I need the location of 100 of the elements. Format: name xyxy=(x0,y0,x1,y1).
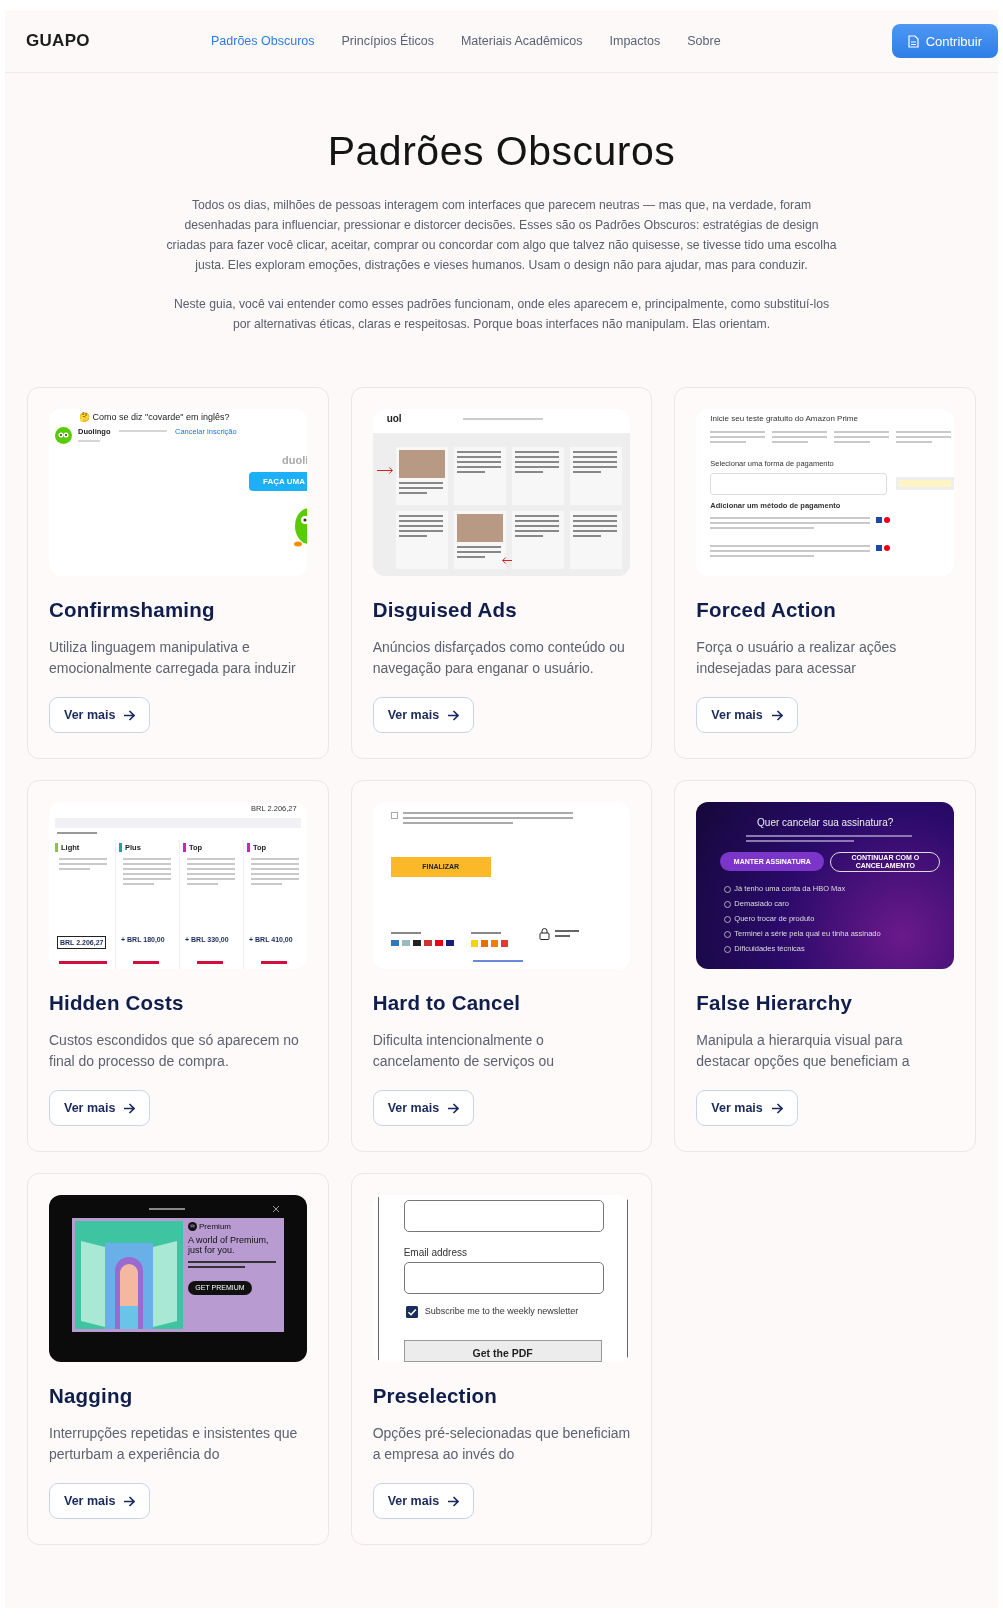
page-heading: Inicie seu teste gratuito do Amazon Prime xyxy=(710,414,858,423)
text-lines-drawing xyxy=(572,515,617,537)
email-input-field[interactable] xyxy=(403,1262,604,1294)
site-logo[interactable]: GUAPO xyxy=(26,31,211,51)
card-description: Custos escondidos que só aparecem no final do processo de compra. xyxy=(49,1031,300,1071)
radio-button[interactable] xyxy=(724,901,732,908)
arrow-right-icon xyxy=(447,1495,460,1507)
see-more-button[interactable]: Ver mais xyxy=(696,697,798,733)
music-logo-icon xyxy=(188,1222,197,1231)
text-input-field[interactable] xyxy=(403,1200,604,1232)
card-title: Nagging xyxy=(49,1384,134,1408)
owl-avatar-icon xyxy=(55,427,72,444)
text-lines-drawing xyxy=(834,431,890,443)
text-lines-drawing xyxy=(456,546,501,558)
text-lines-drawing xyxy=(514,451,559,473)
text-lines-drawing xyxy=(57,832,97,834)
text-lines-drawing xyxy=(554,930,579,937)
text-lines-drawing xyxy=(119,430,167,432)
news-card[interactable] xyxy=(511,447,564,505)
terms-checkbox[interactable] xyxy=(390,812,398,819)
nav-link[interactable]: Materiais Acadêmicos xyxy=(460,34,583,48)
card-title: Forced Action xyxy=(696,598,837,622)
intro-paragraph: Todos os dias, milhões de pessoas interagem com interfaces que parecem neutras — mas que, na verdade, foram desenhadas para influenciar, pressionar e distorcer decisões. Esses são os Padrões Obscuros: estratégias de design criadas para fazer você clicar, aceitar, comprar ou concordar com algo que talvez não quisesse, se tivesse tido uma escolha justa. Eles exploram emoções, distrações e vieses humanos. Usam o design não para ajudar, mas para conduzir. xyxy=(166,197,837,274)
text-lines-drawing xyxy=(470,932,501,934)
padlock-icon xyxy=(538,927,550,940)
see-more-button[interactable]: Ver mais xyxy=(696,1090,798,1126)
text-lines-drawing xyxy=(456,451,501,473)
card-title: Disguised Ads xyxy=(372,598,518,622)
card-title: Confirmshaming xyxy=(49,598,216,622)
card-description: Interrupções repetidas e insistentes que perturbam a experiência do xyxy=(49,1424,299,1464)
arrow-right-icon xyxy=(447,1102,460,1114)
news-card[interactable] xyxy=(511,511,564,569)
see-more-button[interactable]: Ver mais xyxy=(49,697,151,733)
see-more-button[interactable]: Ver mais xyxy=(372,1090,475,1126)
get-pdf-button[interactable]: Get the PDF xyxy=(403,1340,602,1362)
nav-link[interactable]: Sobre xyxy=(687,34,721,48)
text-lines-drawing xyxy=(514,515,559,537)
page-title: Padrões Obscuros xyxy=(326,128,677,175)
pointer-arrow-icon xyxy=(376,467,393,474)
news-card[interactable] xyxy=(453,447,506,505)
card-title: Hard to Cancel xyxy=(372,991,522,1015)
text-lines-drawing xyxy=(78,440,100,442)
text-lines-drawing xyxy=(390,932,421,934)
photo-placeholder xyxy=(398,450,445,478)
news-card[interactable] xyxy=(569,447,622,505)
ad-headline: A world of Premium, just for you. xyxy=(188,1235,270,1255)
arrow-right-icon xyxy=(770,709,783,721)
card-logo-icon xyxy=(876,517,891,523)
nav-link[interactable]: Padrões Obscuros xyxy=(211,34,315,48)
field-label: Email address xyxy=(403,1247,467,1258)
news-card[interactable] xyxy=(453,511,506,569)
card-title: False Hierarchy xyxy=(696,991,854,1015)
brand-name: Premium xyxy=(199,1222,231,1231)
text-lines-drawing xyxy=(187,858,235,885)
text-lines-drawing xyxy=(772,431,828,443)
card-description: Anúncios disfarçados como conteúdo ou navegação para enganar o usuário. xyxy=(372,638,626,678)
radio-button[interactable] xyxy=(724,946,732,953)
see-more-button[interactable]: Ver mais xyxy=(372,1483,475,1519)
text-lines-drawing xyxy=(59,858,107,870)
site-logo: uol xyxy=(386,413,402,424)
brand-text: duoli xyxy=(282,454,307,466)
text-lines-drawing xyxy=(251,858,299,885)
arrow-right-icon xyxy=(123,709,136,721)
card-description: Utiliza linguagem manipulativa e emocionalmente carregada para induzir xyxy=(49,638,297,678)
card-title: Preselection xyxy=(372,1384,498,1408)
radio-button[interactable] xyxy=(724,916,732,923)
radio-button[interactable] xyxy=(724,931,732,938)
arrow-right-icon xyxy=(770,1102,783,1114)
card-title: Hidden Costs xyxy=(49,991,185,1015)
radio-button[interactable] xyxy=(724,886,732,893)
text-lines-drawing xyxy=(398,515,443,537)
card-logo-icon xyxy=(876,545,891,551)
text-lines-drawing xyxy=(123,858,171,885)
news-card[interactable] xyxy=(395,511,448,569)
nav-link[interactable]: Princípios Éticos xyxy=(341,34,434,48)
text-lines-drawing xyxy=(896,431,952,443)
text-lines-drawing xyxy=(572,451,617,473)
arrow-right-icon xyxy=(123,1495,136,1507)
email-subject: 🤔 Como se diz "covarde" em inglês? xyxy=(79,412,230,422)
card-description: Dificulta intencionalmente o cancelamento de serviços ou xyxy=(372,1031,555,1071)
close-icon[interactable] xyxy=(273,1206,279,1212)
text-lines-drawing xyxy=(710,431,766,443)
photo-placeholder xyxy=(456,514,503,542)
arrow-right-icon xyxy=(123,1102,136,1114)
news-card[interactable] xyxy=(569,511,622,569)
newsletter-checkbox[interactable] xyxy=(405,1306,418,1318)
see-more-button[interactable]: Ver mais xyxy=(372,697,475,733)
see-more-button[interactable]: Ver mais xyxy=(49,1483,151,1519)
text-lines-drawing xyxy=(472,960,523,962)
card-description: Manipula a hierarquia visual para destacar opções que beneficiam a xyxy=(696,1031,911,1071)
nav-link[interactable]: Impactos xyxy=(609,34,661,48)
dialog-title: Quer cancelar sua assinatura? xyxy=(756,817,895,828)
intro-paragraph: Neste guia, você vai entender como esses padrões funcionam, onde eles aparecem e, principalmente, como substituí-los por alternativas éticas, claras e respeitosas. Porque boas interfaces não manipulam. Elas orientam. xyxy=(172,296,831,333)
news-card[interactable] xyxy=(395,447,448,505)
document-icon xyxy=(907,34,919,48)
text-lines-drawing xyxy=(149,1208,185,1210)
text-lines-drawing xyxy=(398,482,443,494)
card-description: Opções pré-selecionadas que beneficiam a empresa ao invés do xyxy=(372,1424,631,1464)
card-description: Força o usuário a realizar ações indesejadas para acessar xyxy=(696,638,898,678)
see-more-button[interactable]: Ver mais xyxy=(49,1090,151,1126)
